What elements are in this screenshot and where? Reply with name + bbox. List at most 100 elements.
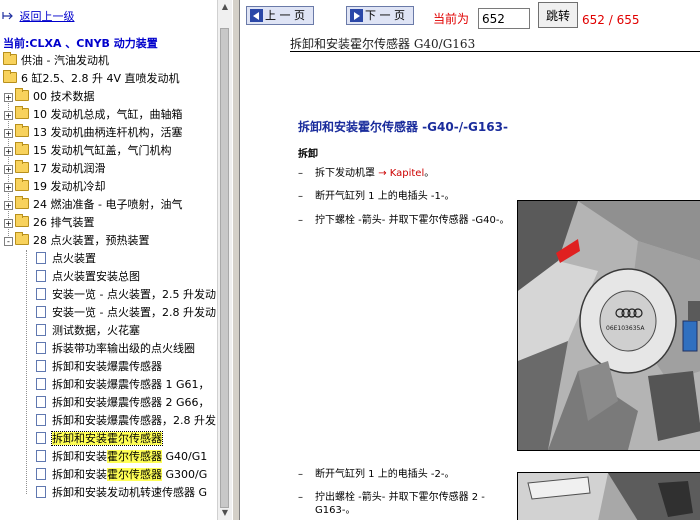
expand-toggle-icon[interactable]: + <box>4 165 13 174</box>
kapitel-link[interactable]: → Kapitel <box>378 168 424 179</box>
tree-panel: 返回上一级 当前:CLXA 、CNYB 动力装置 供油 - 汽油发动机 6 缸2… <box>0 0 217 520</box>
tree-group-item[interactable]: +13 发动机曲柄连杆机构，活塞 <box>4 124 183 142</box>
tree-item-level1[interactable]: 供油 - 汽油发动机 <box>3 52 109 70</box>
scroll-up-arrow-icon[interactable]: ▲ <box>218 0 232 14</box>
next-page-button[interactable]: 下 一 页 <box>346 6 414 25</box>
expand-toggle-icon[interactable]: + <box>4 93 13 102</box>
scroll-down-arrow-icon[interactable]: ▼ <box>218 506 232 520</box>
tree-group-label: 19 发动机冷却 <box>33 180 106 193</box>
tree-doc-item[interactable]: 拆卸和安装霍尔传感器 G40/G1 <box>36 448 207 466</box>
part-number-label: 06E103635A <box>606 325 645 332</box>
tree-doc-label: 拆卸和安装发动机转速传感器 G <box>52 486 208 499</box>
tree-doc-label: 拆装带功率输出级的点火线圈 <box>52 342 195 355</box>
document-icon <box>36 486 46 498</box>
folder-icon <box>15 232 29 245</box>
step-text: 拧下螺栓 -箭头- 并取下霍尔传感器 -G40-。 <box>315 215 510 226</box>
tree-doc-item[interactable]: 测试数据，火花塞 <box>36 322 140 340</box>
document-icon <box>36 270 46 282</box>
tree-item-level2[interactable]: 6 缸2.5、2.8 升 4V 直喷发动机 <box>3 70 180 88</box>
tree-group-label: 24 燃油准备 - 电子喷射，油气 <box>33 198 183 211</box>
expand-toggle-icon[interactable]: + <box>4 129 13 138</box>
tree-item-label: 供油 - 汽油发动机 <box>21 54 109 67</box>
tree-doc-item[interactable]: 拆卸和安装爆震传感器 2 G66， <box>36 394 210 412</box>
step-text: 拆下发动机罩 → Kapitel。 <box>315 168 435 179</box>
step-dash: – <box>298 191 303 202</box>
folder-icon <box>15 178 29 191</box>
tree-doc-item[interactable]: 拆卸和安装爆震传感器 1 G61， <box>36 376 210 394</box>
tree-group-item[interactable]: +26 排气装置 <box>4 214 95 232</box>
document-icon <box>36 468 46 480</box>
step-text: 断开气缸列 1 上的电插头 -1-。 <box>315 191 455 202</box>
folder-icon <box>15 142 29 155</box>
tree-doc-label: 拆卸和安装霍尔传感器 G40/G1 <box>52 450 208 463</box>
folder-icon <box>15 124 29 137</box>
folder-open-icon <box>3 52 17 65</box>
tree-doc-item[interactable]: 拆卸和安装爆震传感器，2.8 升发 <box>36 412 216 430</box>
pane-splitter[interactable] <box>232 0 240 520</box>
tree-group-item[interactable]: +10 发动机总成，气缸，曲轴箱 <box>4 106 183 124</box>
document-header: 拆卸和安装霍尔传感器 G40/G163 <box>290 37 476 51</box>
goto-button[interactable]: 跳转 <box>538 2 578 28</box>
engine-figure: 06E103635A <box>517 200 700 451</box>
tree-doc-item[interactable]: 点火装置 <box>36 250 96 268</box>
next-page-label: 下 一 页 <box>365 9 405 22</box>
document-icon <box>36 306 46 318</box>
tree-group-item[interactable]: +24 燃油准备 - 电子喷射，油气 <box>4 196 182 214</box>
tree-doc-label: 测试数据，火花塞 <box>52 324 140 337</box>
tree-doc-label: 拆卸和安装爆震传感器 <box>52 360 162 373</box>
expand-toggle-icon[interactable]: + <box>4 147 13 156</box>
document-icon <box>36 288 46 300</box>
tree-group-item[interactable]: +15 发动机气缸盖，气门机构 <box>4 142 172 160</box>
tree-doc-label: 拆卸和安装霍尔传感器 <box>51 431 163 446</box>
expand-toggle-icon[interactable]: + <box>4 219 13 228</box>
folder-icon <box>15 160 29 173</box>
scroll-thumb[interactable] <box>220 28 229 508</box>
expand-toggle-icon[interactable]: + <box>4 183 13 192</box>
step-dash: – <box>298 168 303 179</box>
tree-doc-label: 拆卸和安装爆震传感器 1 G61， <box>52 378 210 391</box>
tree-group-item[interactable]: +00 技术数据 <box>4 88 95 106</box>
folder-icon <box>15 196 29 209</box>
step-dash: – <box>298 469 303 480</box>
tree-doc-label: 拆卸和安装霍尔传感器 G300/G <box>52 468 208 481</box>
tree-group-item[interactable]: +17 发动机润滑 <box>4 160 106 178</box>
tree-doc-label: 拆卸和安装爆震传感器 2 G66， <box>52 396 210 409</box>
tree-doc-item[interactable]: 拆卸和安装发动机转速传感器 G <box>36 484 207 502</box>
tree-group-label: 26 排气装置 <box>33 216 95 229</box>
arrow-left-icon <box>250 9 263 22</box>
back-row[interactable]: 返回上一级 <box>2 8 75 26</box>
folder-open-icon <box>3 70 17 83</box>
tree-group-item[interactable]: +19 发动机冷却 <box>4 178 106 196</box>
tree-doc-item[interactable]: 安装一览 - 点火装置，2.5 升发动 <box>36 286 216 304</box>
tree-doc-item[interactable]: 拆卸和安装爆震传感器 <box>36 358 162 376</box>
expand-toggle-icon[interactable]: + <box>4 111 13 120</box>
back-link[interactable]: 返回上一级 <box>20 10 75 23</box>
tree-doc-item[interactable]: 安装一览 - 点火装置，2.8 升发动 <box>36 304 216 322</box>
tree-doc-item[interactable]: 拆卸和安装霍尔传感器 G300/G <box>36 466 207 484</box>
tree-group-item[interactable]: - 28 点火装置，预热装置 <box>4 232 150 250</box>
document-icon <box>36 252 46 264</box>
tree-doc-label: 拆卸和安装爆震传感器，2.8 升发 <box>52 414 216 427</box>
step-text: 拧出螺栓 -箭头- 并取下霍尔传感器 2 -G163-。 <box>315 492 485 516</box>
document-icon <box>36 342 46 354</box>
tree-group-label: 13 发动机曲柄连杆机构，活塞 <box>33 126 183 139</box>
tree-guide-line <box>26 250 27 494</box>
prev-page-button[interactable]: 上 一 页 <box>246 6 314 25</box>
expand-toggle-icon[interactable]: + <box>4 201 13 210</box>
tree-doc-item[interactable]: 拆卸和安装霍尔传感器 <box>36 430 163 448</box>
current-page-label: 当前为 <box>433 12 470 26</box>
tree-doc-item[interactable]: 点火装置安装总图 <box>36 268 140 286</box>
document-icon <box>36 432 46 444</box>
tree-item-label: 6 缸2.5、2.8 升 4V 直喷发动机 <box>21 72 180 85</box>
document-pane: 上 一 页 下 一 页 当前为 跳转 652 / 655 拆卸和安装霍尔传感器 … <box>240 0 700 520</box>
document-icon <box>36 378 46 390</box>
engine-figure-2 <box>517 472 700 520</box>
tree-scrollbar[interactable]: ▲ ▼ <box>217 0 232 520</box>
tree-doc-item[interactable]: 拆装带功率输出级的点火线圈 <box>36 340 195 358</box>
expand-toggle-icon[interactable]: - <box>4 237 13 246</box>
page-number-input[interactable] <box>478 8 530 29</box>
step-dash: – <box>298 215 303 226</box>
document-icon <box>36 450 46 462</box>
arrow-right-icon <box>350 9 363 22</box>
tree-doc-label: 安装一览 - 点火装置，2.5 升发动 <box>52 288 216 301</box>
